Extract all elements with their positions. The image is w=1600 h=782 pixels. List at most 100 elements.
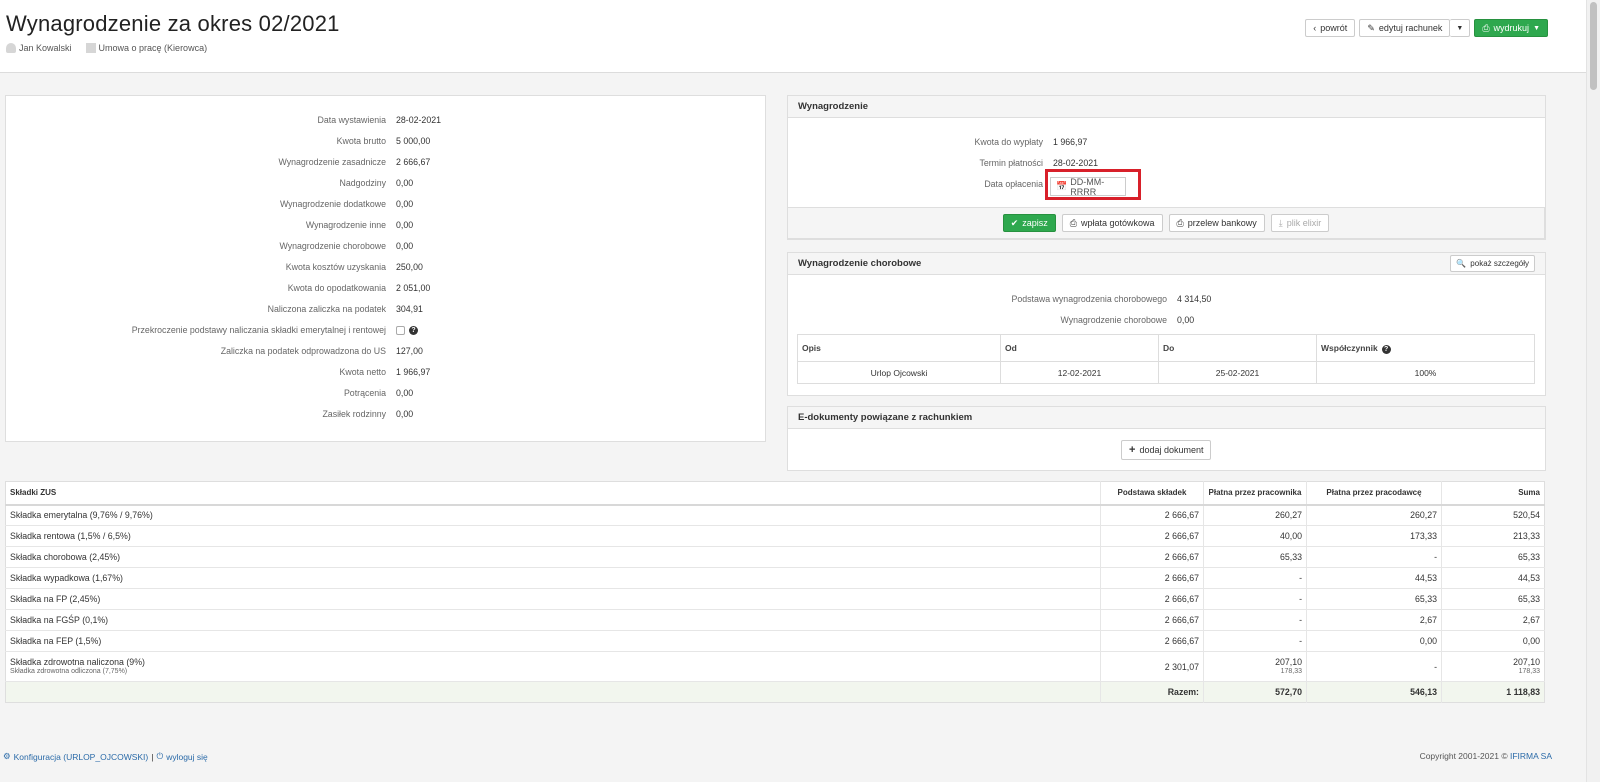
zus-employee: 65,33 [1203, 546, 1307, 568]
zus-employer: - [1306, 546, 1442, 568]
salary-detail-row: Wynagrodzenie inne 0,00 [6, 220, 413, 230]
salary-detail-row: Wynagrodzenie dodatkowe 0,00 [6, 199, 413, 209]
edit-dropdown-toggle[interactable]: ▼ [1450, 19, 1471, 37]
exceed-limit-checkbox[interactable] [396, 325, 405, 335]
back-button-label: powrót [1320, 23, 1348, 33]
page-scrollbar[interactable] [1586, 0, 1600, 782]
download-icon: ⤓ [1278, 217, 1283, 228]
chevron-left-icon: ‹ [1313, 23, 1317, 33]
zus-total-sum: 1 118,83 [1441, 681, 1545, 703]
col-zus-employee: Płatna przez pracownika [1203, 481, 1307, 506]
payment-detail-value: 1 966,97 [1053, 137, 1088, 147]
cash-payment-button[interactable]: ⎙ wpłata gotówkowa [1061, 214, 1163, 232]
salary-detail-row: Wynagrodzenie chorobowe 0,00 [6, 241, 413, 251]
salary-detail-value: 28-02-2021 [396, 115, 441, 125]
zus-base: 2 666,67 [1100, 609, 1204, 631]
payment-detail-value: 28-02-2021 [1053, 158, 1098, 168]
zus-total-empty [5, 681, 1101, 703]
health-sublabel: Składka zdrowotna odliczona (7,75%) [10, 668, 128, 675]
bank-transfer-label: przelew bankowy [1187, 218, 1257, 228]
user-icon [6, 43, 16, 53]
payment-detail-label: Termin płatności [979, 158, 1043, 168]
col-zus-name: Składki ZUS [5, 481, 1101, 506]
zus-employer: 44,53 [1306, 567, 1442, 589]
col-zus-sum: Suma [1441, 481, 1545, 506]
salary-detail-label: Data wystawienia [317, 115, 386, 125]
zus-name: Składka na FGŚP (0,1%) [5, 609, 1101, 631]
elixir-file-label: plik elixir [1286, 218, 1322, 228]
zus-employee: - [1203, 588, 1307, 610]
zus-name: Składka emerytalna (9,76% / 9,76%) [5, 504, 1101, 526]
brand-link[interactable]: IFIRMA SA [1510, 751, 1552, 761]
sick-leave-row: Urlop Ojcowski 12-02-2021 25-02-2021 100… [797, 361, 1535, 384]
add-document-button[interactable]: + dodaj dokument [1121, 440, 1212, 460]
salary-detail-value: 0,00 [396, 199, 414, 209]
salary-detail-label: Wynagrodzenie dodatkowe [279, 199, 386, 209]
salary-detail-label: Potrącenia [343, 388, 386, 398]
edit-invoice-label: edytuj rachunek [1378, 23, 1443, 33]
salary-detail-label: Kwota kosztów uzyskania [285, 262, 386, 272]
col-zus-base: Podstawa składek [1100, 481, 1204, 506]
save-button[interactable]: ✔ zapisz [1002, 214, 1056, 232]
zus-employer: 173,33 [1306, 525, 1442, 547]
payment-action-bar: ✔ zapisz ⎙ wpłata gotówkowa ⎙ przelew ba… [787, 207, 1545, 239]
zus-health-employer: - [1306, 651, 1442, 682]
sick-leave-description: Urlop Ojcowski [797, 361, 1001, 384]
print-button[interactable]: ⎙ wydrukuj ▼ [1474, 19, 1548, 37]
logout-link[interactable]: wyloguj się [166, 752, 208, 762]
show-details-button[interactable]: 🔍 pokaż szczegóły [1450, 255, 1535, 272]
edocuments-panel-title: E-dokumenty powiązane z rachunkiem [798, 412, 973, 423]
col-to: Do [1158, 334, 1317, 362]
zus-employer: 2,67 [1306, 609, 1442, 631]
sick-leave-header-row: Opis Od Do Współczynnik? [797, 334, 1535, 362]
elixir-file-button[interactable]: ⤓ plik elixir [1270, 214, 1330, 232]
health-sum-value: 207,10 [1513, 657, 1540, 667]
back-button[interactable]: ‹ powrót [1305, 19, 1356, 37]
zus-base: 2 666,67 [1100, 630, 1204, 652]
zus-base: 2 666,67 [1100, 504, 1204, 526]
salary-detail-row: Nadgodziny 0,00 [6, 178, 414, 188]
gear-icon: ⚙ [3, 751, 11, 761]
sick-leave-coefficient: 100% [1316, 361, 1535, 384]
salary-detail-row: Kwota do opodatkowania 2 051,00 [6, 283, 431, 293]
help-icon[interactable]: ? [1381, 344, 1391, 354]
bank-transfer-button[interactable]: ⎙ przelew bankowy [1168, 214, 1265, 232]
footer-left: ⚙ Konfiguracja (URLOP_OJCOWSKI) | ⏻ wylo… [3, 751, 208, 762]
edocuments-panel-header: E-dokumenty powiązane z rachunkiem [788, 407, 1545, 429]
zus-health-row: Składka zdrowotna naliczona (9%) Składka … [5, 651, 1545, 682]
salary-detail-label: Wynagrodzenie zasadnicze [278, 157, 387, 167]
plus-icon: + [1129, 444, 1136, 456]
search-icon: 🔍 [1456, 259, 1467, 268]
health-label: Składka zdrowotna naliczona (9%) [10, 657, 145, 667]
caret-down-icon: ▼ [1456, 24, 1464, 32]
zus-total-employee: 572,70 [1203, 681, 1307, 703]
edit-invoice-button[interactable]: ✎ edytuj rachunek [1359, 19, 1451, 37]
zus-total-label: Razem: [1100, 681, 1204, 703]
sick-detail-value: 0,00 [1177, 315, 1195, 325]
health-employee-subvalue: 178,33 [1280, 668, 1302, 675]
salary-detail-label: Kwota brutto [336, 136, 386, 146]
zus-base: 2 666,67 [1100, 546, 1204, 568]
health-employee-value: 207,10 [1275, 657, 1302, 667]
help-icon[interactable]: ? [409, 325, 418, 335]
configuration-link[interactable]: Konfiguracja (URLOP_OJCOWSKI) [14, 752, 149, 762]
subtitle-line: Jan Kowalski Umowa o pracę (Kierowca) [6, 43, 207, 53]
zus-row: Składka rentowa (1,5% / 6,5%) 2 666,67 40,… [5, 525, 1545, 547]
zus-employer: 65,33 [1306, 588, 1442, 610]
zus-sum: 2,67 [1441, 609, 1545, 631]
power-icon: ⏻ [156, 751, 164, 761]
health-sum-subvalue: 178,33 [1518, 668, 1540, 675]
salary-detail-label: Nadgodziny [339, 178, 386, 188]
salary-detail-value: 0,00 [396, 388, 414, 398]
payment-detail-row: Kwota do wypłaty 1 966,97 [843, 137, 1088, 147]
zus-name: Składka chorobowa (2,45%) [5, 546, 1101, 568]
salary-detail-value: 2 666,67 [396, 157, 431, 167]
zus-row: Składka na FGŚP (0,1%) 2 666,67-2,67 2,67 [5, 609, 1545, 631]
zus-health-sum: 207,10 178,33 [1441, 651, 1545, 682]
salary-detail-row: Data wystawienia 28-02-2021 [6, 115, 441, 125]
salary-detail-value: 0,00 [396, 220, 414, 230]
sick-leave-to: 25-02-2021 [1158, 361, 1317, 384]
col-coefficient-label: Współczynnik [1321, 342, 1378, 353]
zus-base: 2 666,67 [1100, 567, 1204, 589]
scrollbar-thumb[interactable] [1590, 2, 1597, 90]
